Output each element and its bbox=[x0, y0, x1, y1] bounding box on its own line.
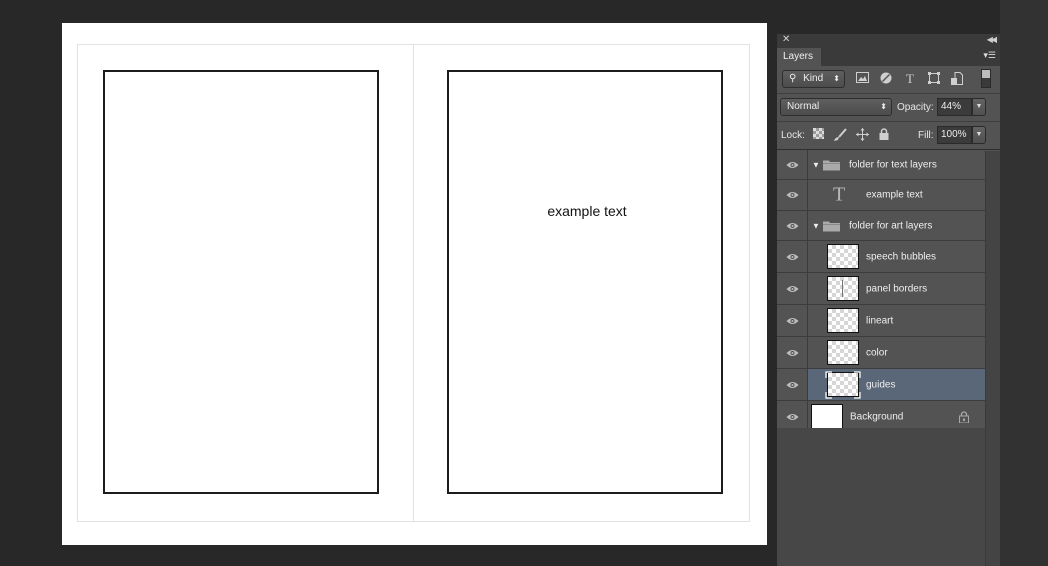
expand-arrow-icon[interactable]: ▼ bbox=[812, 160, 820, 169]
kind-label: Kind bbox=[803, 73, 824, 84]
eye-icon[interactable] bbox=[786, 222, 799, 230]
eye-icon[interactable] bbox=[786, 191, 799, 199]
layer-name: folder for art layers bbox=[849, 220, 933, 231]
layer-thumbnail bbox=[827, 244, 859, 269]
visibility-cell[interactable] bbox=[777, 211, 808, 240]
layer-name: folder for text layers bbox=[849, 159, 937, 170]
document-canvas[interactable]: example text bbox=[62, 23, 767, 545]
visibility-cell[interactable] bbox=[777, 241, 808, 272]
panel-menu-icon[interactable]: ▾☰ bbox=[983, 50, 996, 61]
canvas-example-text[interactable]: example text bbox=[447, 203, 697, 219]
lock-label: Lock: bbox=[781, 130, 805, 141]
layer-row[interactable]: panel borders bbox=[777, 273, 985, 305]
collapse-panel-icon[interactable]: ◀◀ bbox=[987, 34, 997, 46]
visibility-cell[interactable] bbox=[777, 150, 808, 179]
close-panel-icon[interactable]: ✕ bbox=[782, 34, 790, 46]
visibility-cell[interactable] bbox=[777, 369, 808, 400]
expand-arrow-icon[interactable]: ▼ bbox=[812, 221, 820, 230]
layer-row[interactable]: color bbox=[777, 337, 985, 369]
filter-toggle-switch[interactable] bbox=[981, 69, 991, 88]
layer-thumbnail bbox=[811, 404, 843, 429]
blend-row: Normal ⬍ Opacity: 44% ▼ bbox=[777, 94, 1000, 122]
layer-filter-row: ⚲ Kind ⬍ T bbox=[777, 66, 1000, 94]
layer-list-scrollbar[interactable] bbox=[985, 151, 1000, 566]
eye-icon[interactable] bbox=[786, 161, 799, 169]
layer-thumbnail bbox=[827, 372, 859, 397]
search-icon: ⚲ bbox=[789, 73, 797, 84]
visibility-cell[interactable] bbox=[777, 305, 808, 336]
smart-object-filter-icon[interactable] bbox=[950, 72, 964, 86]
layer-group-row[interactable]: ▼ folder for text layers bbox=[777, 150, 985, 180]
lock-transparent-pixels-icon[interactable] bbox=[811, 128, 825, 142]
eye-icon[interactable] bbox=[786, 285, 799, 293]
lock-image-pixels-icon[interactable] bbox=[833, 128, 847, 142]
layer-row[interactable]: speech bubbles bbox=[777, 241, 985, 273]
shape-filter-icon[interactable] bbox=[927, 72, 941, 86]
comic-panel-left bbox=[103, 70, 379, 494]
lock-row: Lock: Fill: 100% ▼ bbox=[777, 122, 1000, 150]
layer-name: speech bubbles bbox=[866, 251, 937, 262]
opacity-input[interactable]: 44% bbox=[937, 98, 972, 116]
visibility-cell[interactable] bbox=[777, 273, 808, 304]
lock-all-icon[interactable] bbox=[877, 128, 891, 142]
canvas-workspace: example text bbox=[0, 0, 776, 566]
visibility-cell[interactable] bbox=[777, 337, 808, 368]
select-arrows-icon: ⬍ bbox=[880, 102, 887, 111]
type-filter-icon[interactable]: T bbox=[903, 72, 917, 86]
lock-position-icon[interactable] bbox=[855, 128, 869, 142]
eye-icon[interactable] bbox=[786, 413, 799, 421]
eye-icon[interactable] bbox=[786, 381, 799, 389]
layer-name: Background bbox=[850, 411, 904, 422]
layer-name: panel borders bbox=[866, 283, 928, 294]
layer-row[interactable]: lineart bbox=[777, 305, 985, 337]
visibility-cell[interactable] bbox=[777, 180, 808, 210]
layer-name: color bbox=[866, 347, 888, 358]
text-layer-thumbnail-icon: T bbox=[833, 183, 846, 206]
adjustment-filter-icon[interactable] bbox=[879, 72, 893, 86]
layer-group-row[interactable]: ▼ folder for art layers bbox=[777, 211, 985, 241]
lock-icon[interactable] bbox=[959, 410, 969, 423]
layer-list-empty-area bbox=[777, 428, 985, 566]
eye-icon[interactable] bbox=[786, 317, 799, 325]
layer-thumbnail bbox=[827, 308, 859, 333]
layer-name: guides bbox=[866, 379, 896, 390]
layer-thumbnail bbox=[827, 276, 859, 301]
select-arrows-icon: ⬍ bbox=[833, 74, 840, 83]
eye-icon[interactable] bbox=[786, 253, 799, 261]
layer-thumbnail bbox=[827, 340, 859, 365]
layers-panel: ✕ ◀◀ Layers ▾☰ ⚲ Kind ⬍ T Normal ⬍ Opaci… bbox=[777, 34, 1000, 566]
opacity-dropdown-button[interactable]: ▼ bbox=[972, 98, 986, 116]
blend-mode-select[interactable]: Normal ⬍ bbox=[780, 98, 892, 116]
panel-tab-row: Layers ▾☰ bbox=[777, 46, 1000, 66]
comic-panel-right bbox=[447, 70, 723, 494]
folder-icon bbox=[823, 160, 840, 170]
tab-layers[interactable]: Layers bbox=[777, 48, 821, 66]
opacity-label: Opacity: bbox=[897, 102, 934, 113]
layer-name: lineart bbox=[866, 315, 894, 326]
layer-row[interactable]: T example text bbox=[777, 180, 985, 211]
layer-name: example text bbox=[866, 189, 923, 201]
blend-mode-value: Normal bbox=[787, 101, 820, 112]
panel-titlebar: ✕ ◀◀ bbox=[777, 34, 1000, 46]
layer-list: ▼ folder for text layers T example text … bbox=[777, 150, 985, 433]
layer-row-selected[interactable]: guides bbox=[777, 369, 985, 401]
folder-icon bbox=[823, 221, 840, 231]
eye-icon[interactable] bbox=[786, 349, 799, 357]
fill-input[interactable]: 100% bbox=[937, 126, 972, 144]
image-filter-icon[interactable] bbox=[855, 72, 869, 86]
filter-kind-select[interactable]: ⚲ Kind ⬍ bbox=[782, 70, 845, 88]
fill-label: Fill: bbox=[918, 130, 934, 141]
fill-dropdown-button[interactable]: ▼ bbox=[972, 126, 986, 144]
right-dock-strip bbox=[1000, 0, 1048, 566]
